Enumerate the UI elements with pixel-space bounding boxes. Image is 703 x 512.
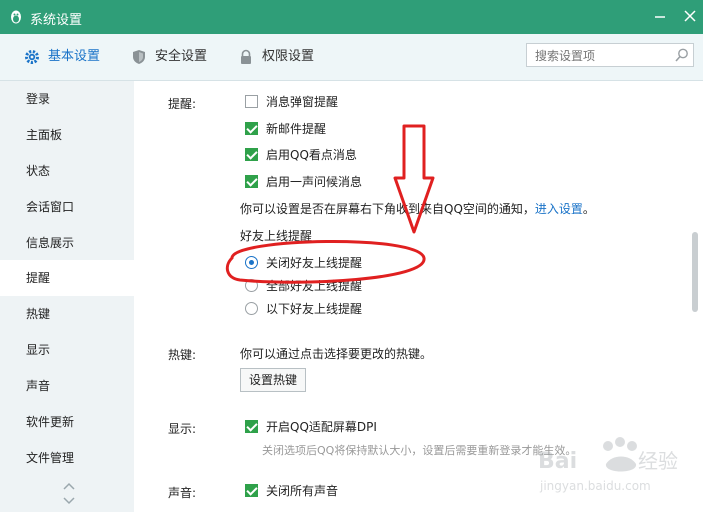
- checkbox-label: 消息弹窗提醒: [266, 95, 339, 109]
- sidebar: 登录 主面板 状态 会话窗口 信息展示 提醒 热键 显示 声音 软件更新 文件管…: [0, 81, 134, 512]
- gear-icon: [25, 50, 39, 64]
- set-hotkey-button[interactable]: 设置热键: [240, 368, 307, 392]
- sidebar-item-info-display[interactable]: 信息展示: [0, 225, 134, 261]
- checkbox[interactable]: [245, 484, 258, 497]
- tab-permission-settings[interactable]: 权限设置: [238, 46, 328, 68]
- sound-section-label: 声音:: [168, 486, 197, 500]
- chevron-up-icon[interactable]: [62, 481, 76, 491]
- reminder-section-label: 提醒:: [168, 97, 197, 111]
- lock-icon: [241, 49, 251, 64]
- vertical-scrollbar[interactable]: [692, 232, 698, 312]
- checkbox[interactable]: [245, 148, 258, 161]
- checkbox-label: 启用QQ看点消息: [266, 148, 357, 162]
- title-bar: 系统设置: [0, 0, 703, 34]
- sidebar-item-chat-window[interactable]: 会话窗口: [0, 189, 134, 225]
- checkbox[interactable]: [245, 420, 258, 433]
- checkbox-label: 关闭所有声音: [266, 484, 339, 498]
- qq-penguin-icon: [11, 10, 21, 24]
- qzone-notice-text: 你可以设置是否在屏幕右下角收到来自QQ空间的通知，进入设置。: [240, 200, 595, 218]
- friend-online-title: 好友上线提醒: [240, 229, 313, 243]
- sidebar-item-hotkeys[interactable]: 热键: [0, 296, 134, 332]
- radio-button[interactable]: [245, 256, 258, 269]
- close-icon[interactable]: [680, 6, 700, 26]
- sidebar-item-label: 会话窗口: [26, 200, 75, 214]
- window-title: 系统设置: [30, 13, 83, 28]
- search-icon[interactable]: [674, 47, 690, 63]
- dpi-hint: 关闭选项后QQ将保持默认大小，设置后需要重新登录才能生效。: [262, 444, 577, 457]
- tab-security-settings[interactable]: 安全设置: [131, 46, 221, 68]
- sidebar-item-main-panel[interactable]: 主面板: [0, 117, 134, 153]
- radio-label: 关闭好友上线提醒: [266, 256, 363, 270]
- sidebar-item-label: 登录: [26, 92, 51, 106]
- sidebar-item-label: 提醒: [26, 271, 51, 285]
- tab-label: 权限设置: [262, 49, 315, 64]
- checkbox-label: 启用一声问候消息: [266, 175, 363, 189]
- sidebar-item-file-management[interactable]: 文件管理: [0, 440, 134, 476]
- radio-label: 全部好友上线提醒: [266, 279, 363, 293]
- sidebar-item-label: 软件更新: [26, 415, 75, 429]
- tab-label: 基本设置: [48, 49, 101, 64]
- checkbox-label: 新邮件提醒: [266, 122, 327, 136]
- sidebar-item-label: 主面板: [26, 128, 63, 142]
- sidebar-item-software-update[interactable]: 软件更新: [0, 404, 134, 440]
- checkbox-label: 开启QQ适配屏幕DPI: [266, 420, 377, 434]
- sidebar-item-label: 信息展示: [26, 236, 75, 250]
- svg-text:经验: 经验: [638, 449, 678, 473]
- sidebar-item-label: 状态: [26, 164, 51, 178]
- radio-button[interactable]: [245, 279, 258, 292]
- checkbox[interactable]: [245, 122, 258, 135]
- svg-text:Bai: Bai: [538, 449, 577, 474]
- enter-settings-link[interactable]: 进入设置: [535, 202, 583, 216]
- sidebar-item-label: 文件管理: [26, 451, 75, 465]
- hotkey-description: 你可以通过点击选择要更改的热键。: [240, 347, 433, 361]
- sidebar-item-status[interactable]: 状态: [0, 153, 134, 189]
- minimize-icon[interactable]: [650, 6, 670, 26]
- sidebar-item-reminders[interactable]: 提醒: [0, 260, 134, 296]
- display-section-label: 显示:: [168, 422, 197, 436]
- baidu-jingyan-watermark: Bai 经验 jingyan.baidu.com: [538, 437, 678, 493]
- sidebar-item-label: 显示: [26, 343, 51, 357]
- hotkey-section-label: 热键:: [168, 348, 197, 362]
- qzone-notice-end: 。: [582, 202, 595, 216]
- sidebar-item-display[interactable]: 显示: [0, 332, 134, 368]
- radio-label: 以下好友上线提醒: [266, 302, 363, 316]
- sidebar-item-sound[interactable]: 声音: [0, 368, 134, 404]
- radio-button[interactable]: [245, 302, 258, 315]
- checkbox[interactable]: [245, 95, 258, 108]
- svg-text:jingyan.baidu.com: jingyan.baidu.com: [539, 479, 651, 493]
- shield-icon: [133, 50, 145, 64]
- sidebar-item-login[interactable]: 登录: [0, 81, 134, 117]
- checkbox[interactable]: [245, 175, 258, 188]
- search-input[interactable]: [533, 47, 667, 65]
- settings-search-box[interactable]: [526, 43, 694, 67]
- sidebar-item-label: 声音: [26, 379, 51, 393]
- sidebar-item-label: 热键: [26, 307, 51, 321]
- tab-basic-settings[interactable]: 基本设置: [24, 46, 114, 68]
- chevron-down-icon[interactable]: [62, 496, 76, 506]
- qzone-notice: 你可以设置是否在屏幕右下角收到来自QQ空间的通知，: [240, 202, 535, 216]
- tab-label: 安全设置: [155, 49, 208, 64]
